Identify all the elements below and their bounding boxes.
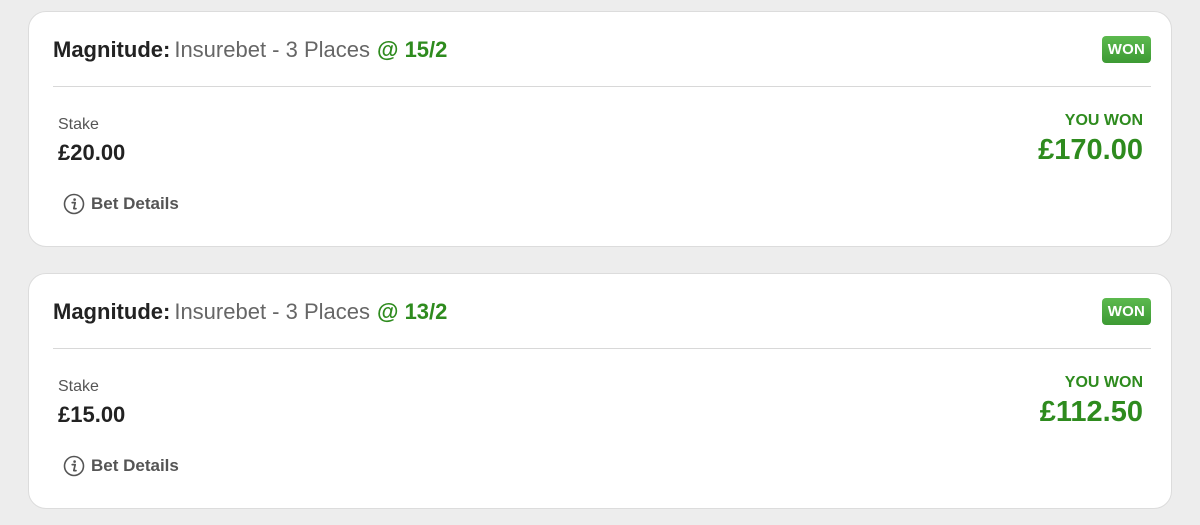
bet-details-link[interactable]: Bet Details: [63, 193, 179, 215]
divider: [53, 348, 1151, 349]
return-value: £112.50: [1039, 396, 1143, 428]
bet-odds: @ 15/2: [377, 37, 448, 62]
divider: [53, 86, 1151, 87]
market-name: Insurebet - 3 Places: [174, 299, 370, 324]
info-circle-icon: [63, 455, 85, 477]
stake-label: Stake: [58, 378, 99, 395]
return-label: YOU WON: [1064, 112, 1143, 129]
bet-header: Magnitude: Insurebet - 3 Places @ 13/2: [53, 296, 447, 328]
info-circle-icon: [63, 193, 85, 215]
bet-card: Magnitude: Insurebet - 3 Places @ 13/2 W…: [28, 273, 1172, 509]
bet-details-label: Bet Details: [91, 456, 179, 475]
bet-header: Magnitude: Insurebet - 3 Places @ 15/2: [53, 34, 447, 66]
return-value: £170.00: [1038, 134, 1143, 166]
status-badge: WON: [1101, 298, 1151, 325]
bet-card: Magnitude: Insurebet - 3 Places @ 15/2 W…: [28, 11, 1172, 247]
selection-name: Magnitude:: [53, 37, 171, 62]
stake-value: £15.00: [58, 402, 126, 427]
return-label: YOU WON: [1064, 374, 1143, 391]
selection-name: Magnitude:: [53, 299, 171, 324]
bet-details-link[interactable]: Bet Details: [63, 455, 179, 477]
stake-value: £20.00: [58, 140, 126, 165]
bet-odds: @ 13/2: [377, 299, 448, 324]
market-name: Insurebet - 3 Places: [174, 37, 370, 62]
stake-label: Stake: [58, 116, 99, 133]
bet-details-label: Bet Details: [91, 194, 179, 213]
status-badge: WON: [1101, 36, 1151, 63]
